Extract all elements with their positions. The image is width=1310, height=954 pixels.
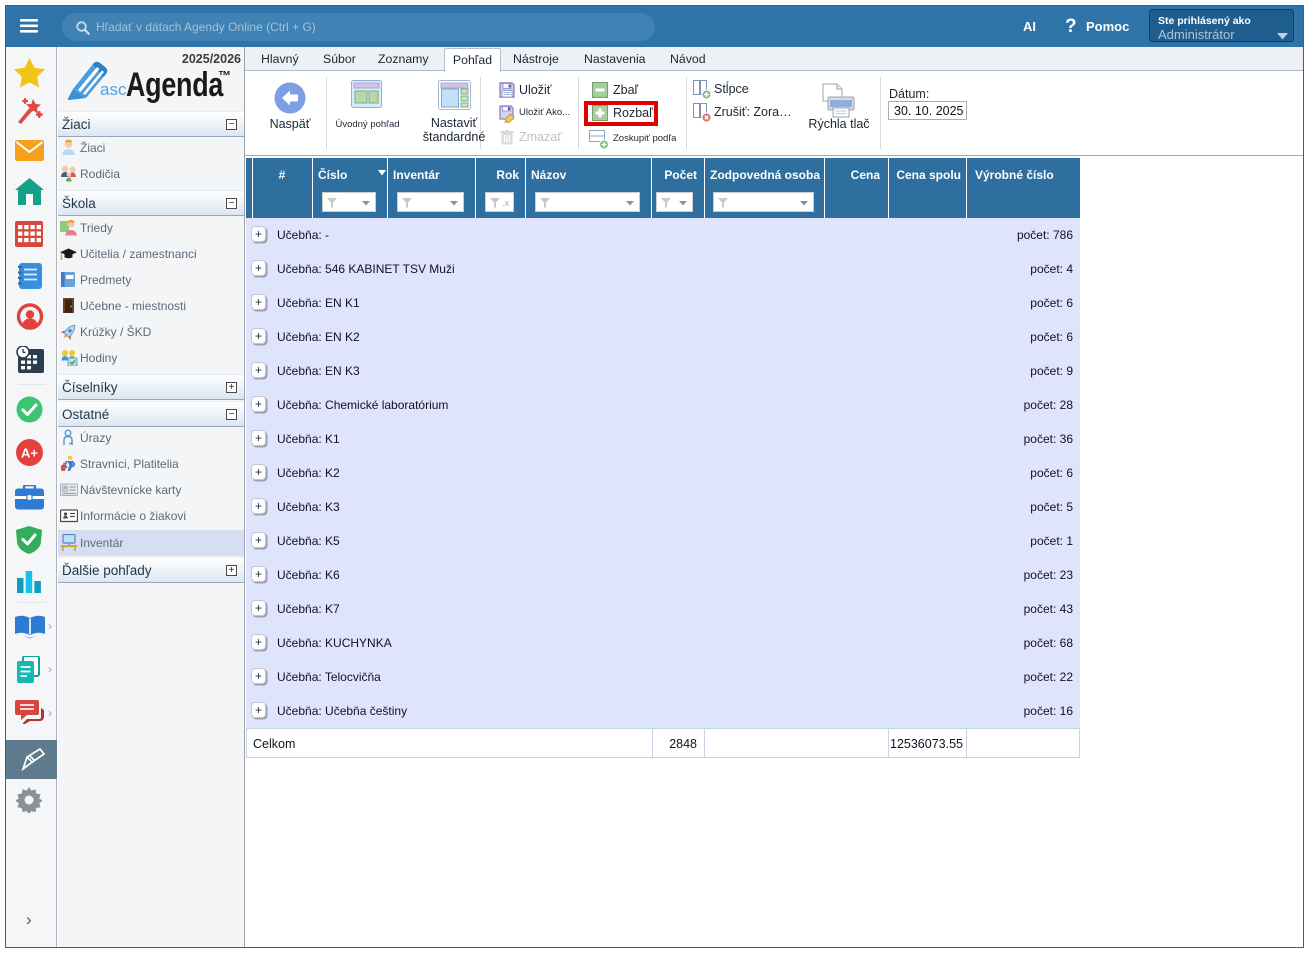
- svg-text:A+: A+: [21, 446, 38, 461]
